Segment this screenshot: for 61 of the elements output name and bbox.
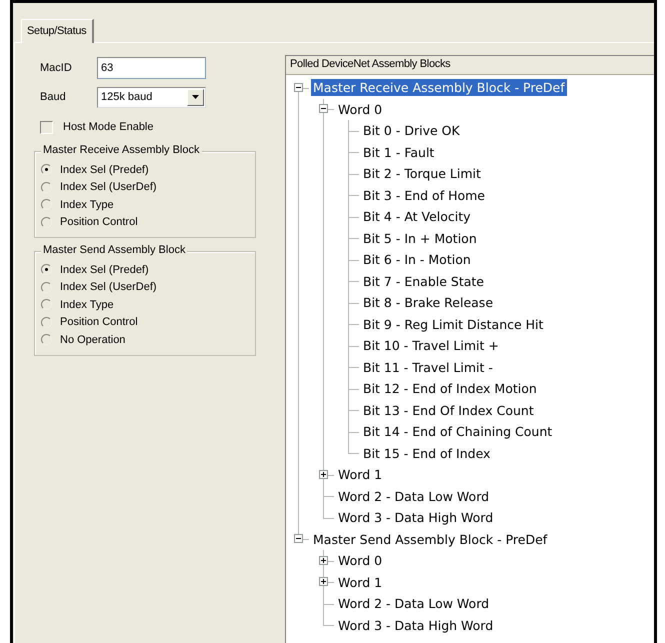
tree-item[interactable]: Bit 3 - End of Home [361, 186, 487, 204]
radio-label: Index Sel (Predef) [60, 164, 149, 176]
radio-button[interactable] [41, 182, 52, 193]
tree-item[interactable]: Bit 4 - At Velocity [361, 208, 473, 226]
radio-label: Index Sel (Predef) [60, 264, 149, 276]
tree-item[interactable]: Word 3 - Data High Word [336, 616, 496, 634]
radio-label: Index Sel (UserDef) [60, 281, 157, 294]
tree-item[interactable]: Bit 8 - Brake Release [361, 294, 496, 312]
baud-label: Baud [40, 91, 67, 103]
group-title: Master Receive Assembly Block [41, 144, 202, 156]
tree-header: Polled DeviceNet Assembly Blocks [286, 56, 654, 75]
tree-item[interactable]: Bit 1 - Fault [361, 144, 436, 161]
expander-icon[interactable] [319, 577, 328, 586]
radio-button[interactable] [41, 316, 52, 328]
tree-item[interactable]: Master Receive Assembly Block - PreDef [311, 79, 567, 96]
radio-button[interactable] [41, 164, 52, 176]
radio-button[interactable] [41, 334, 52, 346]
macid-input[interactable]: 63 [97, 57, 206, 79]
tree-item[interactable]: Bit 11 - Travel Limit - [361, 358, 495, 376]
tree-item[interactable]: Bit 13 - End Of Index Count [361, 402, 536, 419]
radio-label: Index Type [60, 298, 114, 311]
radio-label: Index Sel (UserDef) [60, 181, 157, 194]
expander-icon[interactable] [319, 104, 328, 114]
tree-item[interactable]: Word 1 [336, 574, 384, 591]
radio-label: No Operation [60, 334, 126, 346]
radio-button[interactable] [41, 216, 52, 228]
expander-icon[interactable] [319, 556, 328, 565]
tree-item[interactable]: Bit 15 - End of Index [361, 444, 492, 462]
tree-item[interactable]: Bit 7 - Enable State [361, 272, 486, 290]
expander-icon[interactable] [294, 82, 303, 92]
radio-button[interactable] [41, 299, 52, 310]
radio-button[interactable] [41, 264, 52, 276]
tree-item[interactable]: Word 1 [336, 466, 384, 484]
macid-label: MacID [40, 62, 73, 74]
host-mode-label: Host Mode Enable [63, 121, 154, 133]
tree-item[interactable]: Bit 0 - Drive OK [361, 122, 462, 140]
baud-dropdown[interactable]: 125k baud [97, 86, 206, 108]
tree-item[interactable]: Master Send Assembly Block - PreDef [311, 530, 550, 548]
radio-button[interactable] [41, 199, 52, 210]
dropdown-arrow-icon [192, 95, 199, 99]
group-title: Master Send Assembly Block [41, 244, 188, 256]
tree-item[interactable]: Bit 2 - Torque Limit [361, 165, 483, 182]
tree-item[interactable]: Bit 14 - End of Chaining Count [361, 423, 554, 440]
tree-item[interactable]: Word 2 - Data Low Word [336, 488, 492, 505]
radio-button[interactable] [41, 282, 52, 293]
tree-item[interactable]: Word 3 - Data High Word [336, 509, 496, 526]
radio-label: Position Control [60, 316, 138, 328]
tree-item[interactable]: Word 2 - Data Low Word [336, 595, 492, 612]
tree-item[interactable]: Bit 5 - In + Motion [361, 230, 479, 247]
tree-item[interactable]: Bit 9 - Reg Limit Distance Hit [361, 316, 546, 333]
radio-label: Position Control [60, 216, 138, 228]
tree-item[interactable]: Word 0 [336, 100, 384, 118]
tree-item[interactable]: Word 0 [336, 552, 384, 570]
tree-item[interactable]: Bit 6 - In - Motion [361, 251, 473, 268]
expander-icon[interactable] [294, 534, 303, 544]
setup-tab[interactable]: Setup/Status [21, 19, 94, 43]
tree-item[interactable]: Bit 10 - Travel Limit + [361, 337, 501, 354]
host-mode-checkbox[interactable] [40, 120, 53, 134]
radio-label: Index Type [60, 198, 114, 211]
expander-icon[interactable] [319, 470, 328, 479]
tree-item[interactable]: Bit 12 - End of Index Motion [361, 380, 539, 398]
